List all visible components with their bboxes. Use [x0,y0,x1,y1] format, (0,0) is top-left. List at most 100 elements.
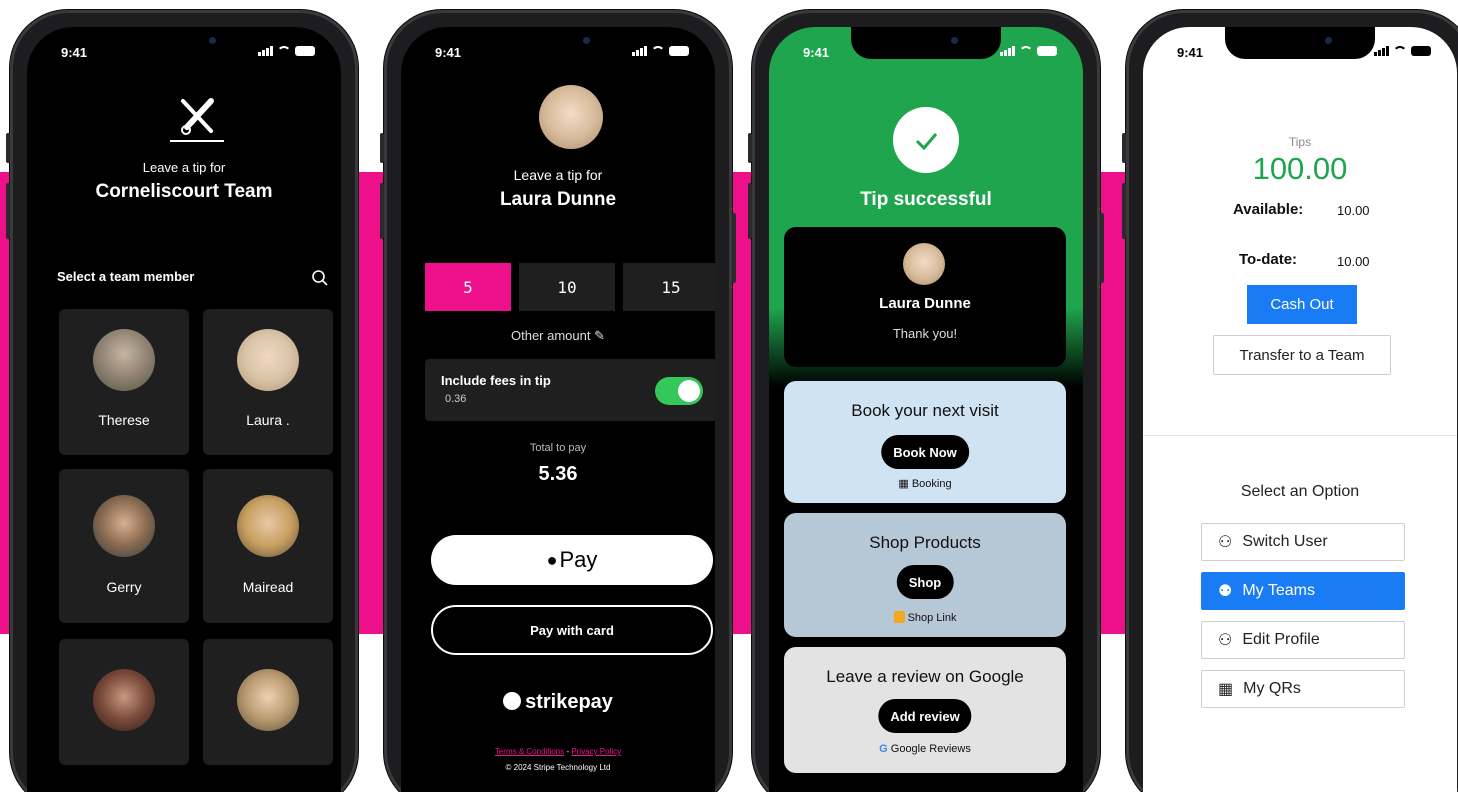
screen-team-select: 9:41 Leave a tip for Corneliscourt Team … [27,27,341,792]
apple-pay-label: Pay [559,547,598,572]
available-label: Available: [1233,201,1304,218]
option-label: Edit Profile [1242,631,1320,648]
shop-card: Shop Products Shop Shop Link [784,513,1066,637]
avatar [237,669,299,731]
phone-side-button [380,133,384,163]
include-fees-toggle[interactable] [655,377,703,405]
cash-out-button[interactable]: Cash Out [1247,285,1357,324]
phone-team-select: 9:41 Leave a tip for Corneliscourt Team … [6,10,358,792]
calendar-icon: ▦ [898,478,909,490]
status-bar: 9:41 [1143,43,1457,63]
copyright: © 2024 Stripe Technology Ltd [505,763,611,772]
phone-side-button [380,183,384,239]
amount-option-15[interactable]: 15 [623,263,715,311]
member-name: Therese [98,412,150,428]
todate-value: 10.00 [1337,254,1370,269]
phone-side-button [1122,183,1126,239]
my-teams-option[interactable]: ⚉ My Teams [1201,572,1405,610]
thank-you: Thank you! [892,326,958,341]
phone-side-button [6,183,10,239]
terms-link[interactable]: Terms & Conditions [495,747,564,756]
member-name: Gerry [106,579,142,595]
phone-tip-success: 9:41 Tip successful Laura Dunne Thank yo… [748,10,1104,792]
total-label: Total to pay [529,442,587,454]
add-review-button[interactable]: Add review [878,699,972,733]
booking-card: Book your next visit Book Now ▦ Booking [784,381,1066,503]
select-option-title: Select an Option [1240,483,1360,500]
legal-separator: - [566,747,570,756]
booking-link-label: Booking [911,478,952,490]
google-icon: G [879,743,888,755]
privacy-link[interactable]: Privacy Policy [571,747,621,756]
screen-tip-success: 9:41 Tip successful Laura Dunne Thank yo… [769,27,1083,792]
option-label: My QRs [1243,680,1301,697]
google-reviews-label: Google Reviews [890,743,971,755]
battery-icon [295,46,315,56]
status-time: 9:41 [61,45,88,60]
qr-icon: ▦ [1218,681,1234,698]
book-now-button[interactable]: Book Now [881,435,969,469]
avatar [93,329,155,391]
profile-avatar [539,85,603,149]
booking-title: Book your next visit [851,401,999,420]
phone-side-button [1122,133,1126,163]
signal-icon [1000,46,1015,56]
booking-link[interactable]: ▦ Booking [784,477,1066,490]
recipient-card: Laura Dunne Thank you! [784,227,1066,367]
status-time: 9:41 [435,45,462,60]
phone-tip-amount: 9:41 Leave a tip for Laura Dunne 5 10 15… [380,10,736,792]
wifi-icon [1019,46,1033,56]
edit-profile-option[interactable]: ⚇ Edit Profile [1201,621,1405,659]
shop-title: Shop Products [869,533,981,552]
divider [1143,435,1457,436]
signal-icon [258,46,273,56]
tip-intro: Leave a tip for [142,160,226,175]
member-tile-gerry[interactable]: Gerry [59,469,189,623]
amount-option-10[interactable]: 10 [519,263,615,311]
transfer-to-team-button[interactable]: Transfer to a Team [1213,335,1391,375]
total-value: 5.36 [538,463,578,485]
status-time: 9:41 [1177,45,1204,60]
battery-icon [669,46,689,56]
search-icon[interactable] [311,269,329,287]
status-time: 9:41 [803,45,830,60]
google-reviews-link[interactable]: G Google Reviews [784,743,1066,755]
switch-user-option[interactable]: ⚇ Switch User [1201,523,1405,561]
shop-button[interactable]: Shop [896,565,954,599]
member-name: Mairead [242,579,294,595]
apple-pay-button[interactable]: ● Pay [431,535,713,585]
member-tile-laura[interactable]: Laura . [203,309,333,455]
battery-icon [1037,46,1057,56]
amount-option-5[interactable]: 5 [425,263,511,311]
phone-side-button [748,183,752,239]
signal-icon [1374,46,1389,56]
pay-with-card-button[interactable]: Pay with card [431,605,713,655]
member-tile-therese[interactable]: Therese [59,309,189,455]
shop-link[interactable]: Shop Link [784,611,1066,624]
other-amount-link[interactable]: Other amount ✎ [401,328,715,344]
avatar [93,669,155,731]
success-title: Tip successful [860,189,992,210]
signal-icon [632,46,647,56]
avatar [93,495,155,557]
user-icon: ⚇ [1218,632,1233,649]
member-tile[interactable] [59,639,189,765]
wifi-icon [651,46,665,56]
my-qrs-option[interactable]: ▦ My QRs [1201,670,1405,708]
avatar [237,329,299,391]
option-label: My Teams [1242,582,1315,599]
screen-tips-dashboard: 9:41 Tips 100.00 Available: 10.00 To-dat… [1143,27,1457,792]
other-amount-label: Other amount [510,328,591,343]
include-fees-row: Include fees in tip 0.36 [425,359,715,421]
apple-icon: ● [546,549,558,570]
wifi-icon [1393,46,1407,56]
success-check-icon [893,107,959,173]
option-label: Switch User [1242,533,1328,550]
member-tile[interactable] [203,639,333,765]
brand-name: strikepay [525,691,613,713]
member-tile-mairead[interactable]: Mairead [203,469,333,623]
strikepay-s-icon [503,692,522,710]
battery-icon [1411,46,1431,56]
status-bar: 9:41 [769,43,1083,63]
team-name: Corneliscourt Team [95,181,273,202]
